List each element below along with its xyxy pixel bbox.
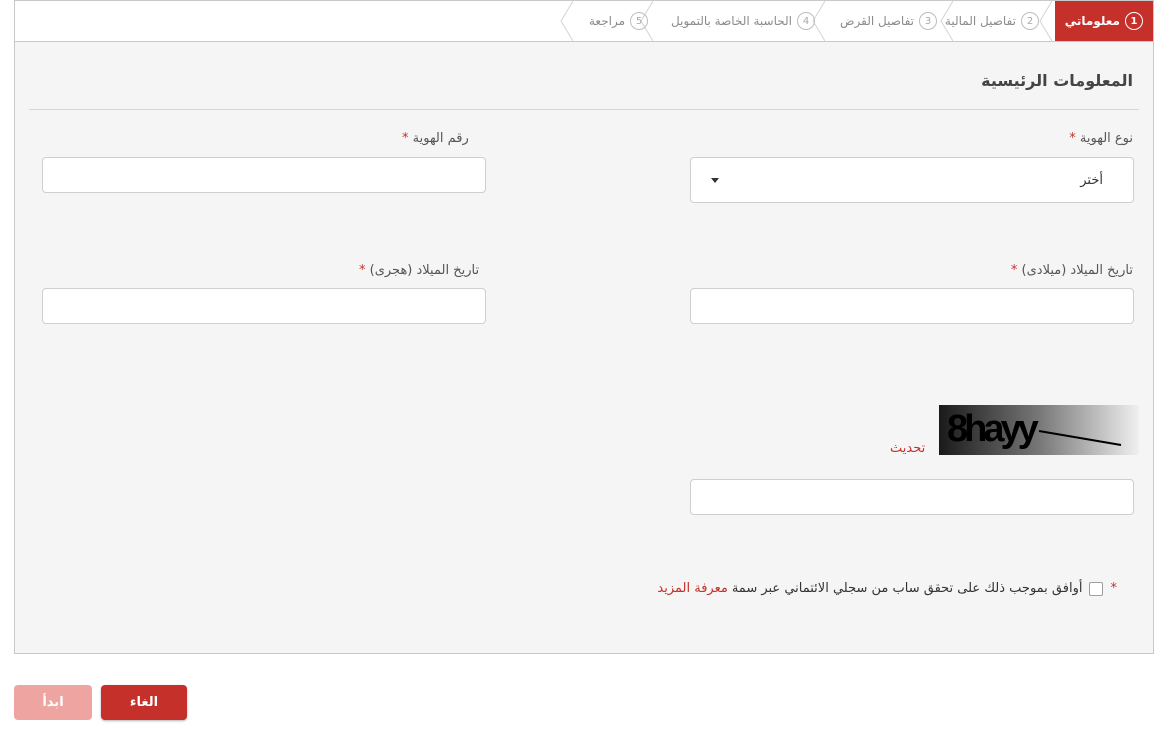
step-number-3: 3 — [919, 12, 937, 30]
step-number-4: 4 — [797, 12, 815, 30]
id-number-label: رقم الهوية * — [402, 131, 469, 146]
captcha-text: 8hayy — [947, 408, 1039, 450]
step-loan-details[interactable]: 3 تفاصيل القرض — [840, 1, 937, 41]
id-type-label: نوع الهوية * — [1069, 131, 1133, 146]
agreement-text: أوافق بموجب ذلك على تحقق ساب من سجلي الا… — [731, 581, 1083, 596]
step-finance-calculator[interactable]: 4 الحاسبة الخاصة بالتمويل — [671, 1, 815, 41]
captcha-refresh-link[interactable]: تحديث — [890, 441, 925, 456]
dob-hijri-label: تاريخ الميلاد (هجرى) * — [359, 263, 480, 278]
step-label: مراجعة — [588, 14, 625, 28]
step-separator-icon — [940, 1, 953, 41]
cancel-button[interactable]: الغاء — [101, 685, 187, 720]
form-panel: 1 معلوماتي 2 تفاصيل المالية 3 تفاصيل الق… — [14, 0, 1154, 654]
step-label: الحاسبة الخاصة بالتمويل — [671, 14, 792, 28]
step-label: تفاصيل القرض — [840, 14, 914, 28]
caret-down-icon — [711, 177, 719, 183]
section-title: المعلومات الرئيسية — [981, 71, 1133, 90]
dob-gregorian-label: تاريخ الميلاد (ميلادى) * — [1010, 263, 1133, 278]
id-type-selected: أختر — [1080, 172, 1103, 188]
learn-more-link[interactable]: معرفة المزيد — [657, 581, 727, 596]
id-number-input[interactable] — [42, 157, 486, 193]
captcha-input[interactable] — [690, 479, 1134, 515]
step-review[interactable]: 5 مراجعة — [589, 1, 648, 41]
dob-gregorian-input[interactable] — [690, 288, 1134, 324]
captcha-image: 8hayy — [939, 405, 1139, 455]
agreement-row: * أوافق بموجب ذلك على تحقق ساب من سجلي ا… — [657, 581, 1117, 596]
step-separator-icon — [1039, 1, 1052, 41]
step-number-1: 1 — [1125, 12, 1143, 30]
start-button[interactable]: ابدأ — [14, 685, 92, 720]
step-financial-details[interactable]: 2 تفاصيل المالية — [945, 1, 1039, 41]
wizard-steps: 1 معلوماتي 2 تفاصيل المالية 3 تفاصيل الق… — [15, 1, 1153, 42]
agreement-required-mark: * — [1110, 581, 1118, 596]
step-separator-icon — [560, 1, 573, 41]
step-number-5: 5 — [630, 12, 648, 30]
step-label: معلوماتي — [1064, 14, 1120, 28]
divider — [29, 109, 1139, 110]
step-label: تفاصيل المالية — [944, 14, 1016, 28]
step-my-info[interactable]: 1 معلوماتي — [1054, 1, 1153, 41]
dob-hijri-input[interactable] — [42, 288, 486, 324]
step-number-2: 2 — [1021, 12, 1039, 30]
agreement-checkbox[interactable] — [1088, 581, 1103, 596]
id-type-select[interactable]: أختر — [690, 157, 1134, 203]
